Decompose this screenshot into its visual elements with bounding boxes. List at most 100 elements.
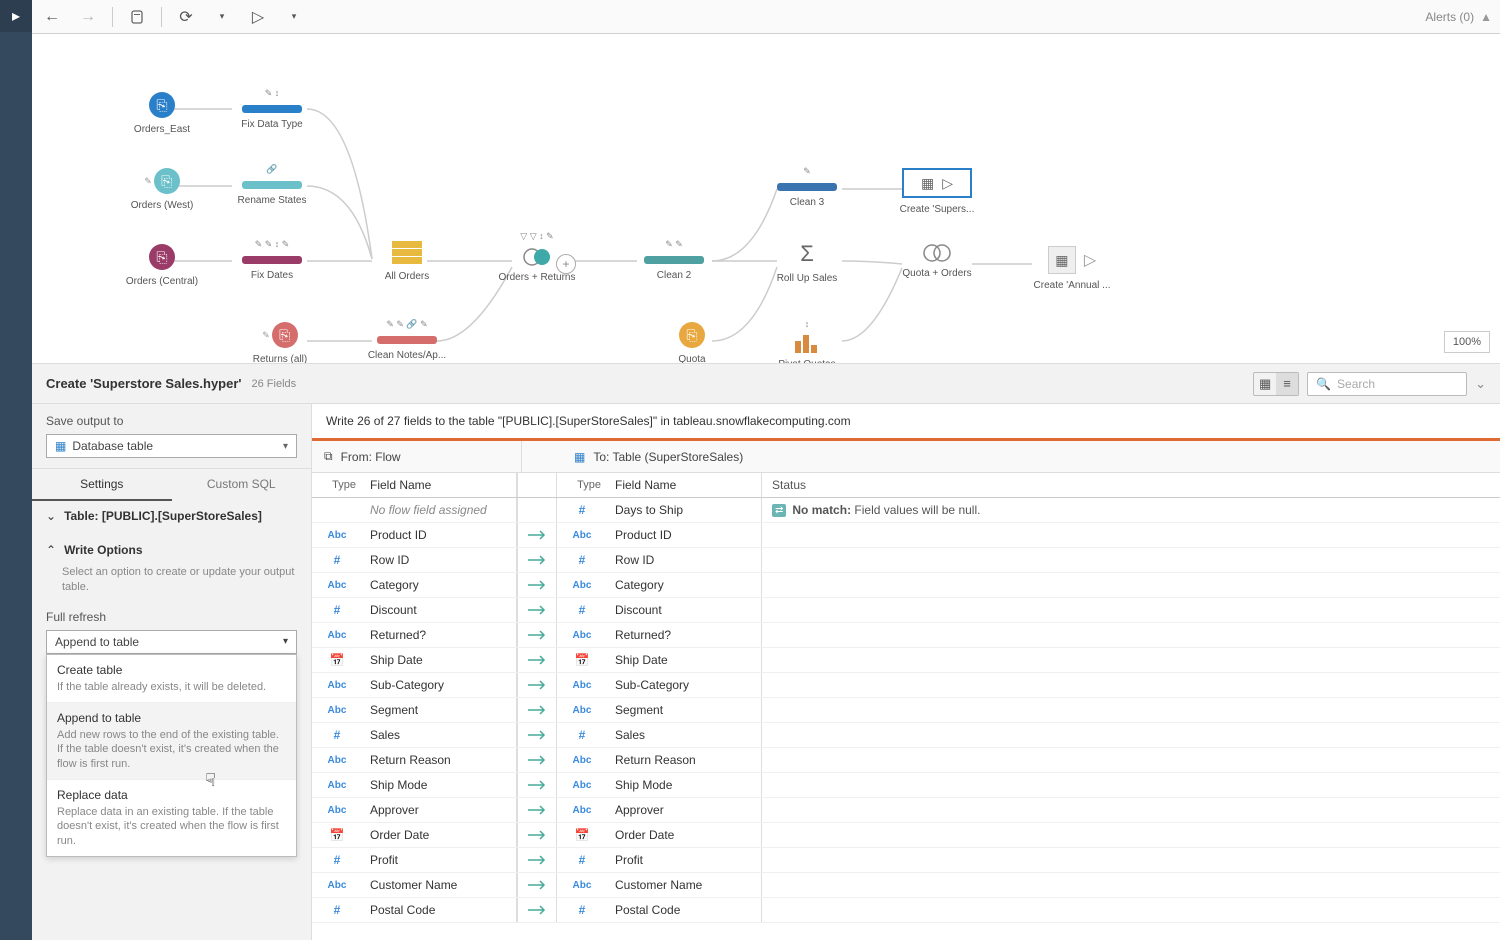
option-replace-data[interactable]: Replace dataReplace data in an existing … (47, 780, 296, 856)
output-tabs: Settings Custom SQL (32, 469, 311, 501)
option-append-table[interactable]: Append to tableAdd new rows to the end o… (47, 703, 296, 780)
map-arrow[interactable] (517, 723, 557, 747)
map-arrow[interactable] (517, 773, 557, 797)
node-rename-states[interactable]: 🔗Rename States (217, 164, 327, 206)
expand-panel[interactable]: ⌄ (1475, 376, 1486, 392)
search-box[interactable]: 🔍Search (1307, 372, 1467, 396)
view-grid[interactable]: ▦ (1254, 373, 1276, 395)
table-section-toggle[interactable]: ⌄Table: [PUBLIC].[SuperStoreSales] (32, 501, 311, 531)
full-refresh-label: Full refresh (32, 596, 311, 624)
map-arrow[interactable] (517, 848, 557, 872)
map-arrow[interactable] (517, 523, 557, 547)
map-arrow[interactable] (517, 823, 557, 847)
table-row[interactable]: #Row ID#Row ID (312, 548, 1500, 573)
node-clean-notes[interactable]: ✎ ✎ 🔗 ✎Clean Notes/Ap... (352, 319, 462, 361)
write-options-toggle[interactable]: ⌃Write Options (32, 531, 311, 565)
no-flow-field: No flow field assigned (362, 498, 517, 522)
table-row[interactable]: AbcShip ModeAbcShip Mode (312, 773, 1500, 798)
sidebar-toggle[interactable]: ▸ (0, 0, 32, 32)
grid-icon: ▦ (921, 175, 934, 192)
write-mode-select[interactable]: Append to table▾ (46, 630, 297, 654)
table-row[interactable]: AbcCustomer NameAbcCustomer Name (312, 873, 1500, 898)
node-fix-dates[interactable]: ✎ ✎ ↕ ✎Fix Dates (217, 239, 327, 281)
table-row[interactable]: AbcApproverAbcApprover (312, 798, 1500, 823)
table-row[interactable]: #Discount#Discount (312, 598, 1500, 623)
chevron-down-icon: ⌄ (46, 509, 56, 523)
node-rollup[interactable]: ΣRoll Up Sales (752, 241, 862, 284)
table-row[interactable]: 📅Order Date📅Order Date (312, 823, 1500, 848)
add-step-button[interactable]: + (556, 254, 576, 274)
node-returns-all[interactable]: ✎⎘Returns (all) (225, 322, 335, 364)
zoom-level[interactable]: 100% (1444, 331, 1490, 353)
flow-icon: ⧉ (324, 449, 333, 464)
field-count: 26 Fields (252, 378, 297, 390)
field-mapping-table[interactable]: No flow field assigned#Days to Ship⇄No m… (312, 498, 1500, 940)
tab-settings[interactable]: Settings (32, 469, 172, 501)
map-arrow[interactable] (517, 673, 557, 697)
chevron-up-icon: ⌃ (46, 543, 56, 557)
pair-header: ⧉From: Flow ▦To: Table (SuperStoreSales) (312, 441, 1500, 473)
map-arrow[interactable] (517, 548, 557, 572)
table-row[interactable]: AbcCategoryAbcCategory (312, 573, 1500, 598)
option-create-table[interactable]: Create tableIf the table already exists,… (47, 655, 296, 703)
write-message: Write 26 of 27 fields to the table "[PUB… (312, 404, 1500, 441)
table-row[interactable]: #Profit#Profit (312, 848, 1500, 873)
nomatch-icon: ⇄ (772, 504, 786, 517)
node-pivot[interactable]: ↕Pivot Quotas (752, 319, 862, 364)
node-clean2[interactable]: ✎ ✎Clean 2 (619, 239, 729, 281)
data-panel: Write 26 of 27 fields to the table "[PUB… (312, 404, 1500, 940)
map-arrow[interactable] (517, 598, 557, 622)
data-source-button[interactable] (125, 5, 149, 29)
view-list[interactable]: ≡ (1276, 373, 1298, 395)
node-orders-east[interactable]: ⎘Orders_East (107, 92, 217, 135)
play-icon: ▷ (942, 175, 953, 192)
forward-button[interactable]: → (76, 5, 100, 29)
separator (112, 7, 113, 27)
table-row[interactable]: AbcReturn ReasonAbcReturn Reason (312, 748, 1500, 773)
chevron-down-icon: ▾ (283, 636, 288, 647)
write-mode-options: Create tableIf the table already exists,… (46, 654, 297, 857)
run-more-button[interactable]: ▾ (282, 5, 306, 29)
node-create-superstore[interactable]: ▦▷Create 'Supers... (882, 168, 992, 215)
flow-canvas[interactable]: ⎘Orders_East ✎⎘Orders (West) ⎘Orders (Ce… (32, 34, 1500, 364)
table-row[interactable]: #Postal Code#Postal Code (312, 898, 1500, 923)
tab-custom-sql[interactable]: Custom SQL (172, 469, 312, 501)
node-orders-returns[interactable]: ▽ ▽ ↕ ✎Orders + Returns (482, 231, 592, 283)
node-quota[interactable]: ⎘Quota (637, 322, 747, 364)
table-row[interactable]: 📅Ship Date📅Ship Date (312, 648, 1500, 673)
back-button[interactable]: ← (40, 5, 64, 29)
left-sidebar: ▸ (0, 0, 32, 940)
run-button[interactable]: ▷ (246, 5, 270, 29)
node-orders-central[interactable]: ⎘Orders (Central) (107, 244, 217, 287)
refresh-button[interactable]: ⟳ (174, 5, 198, 29)
map-arrow[interactable] (517, 798, 557, 822)
refresh-more-button[interactable]: ▾ (210, 5, 234, 29)
table-row[interactable]: No flow field assigned#Days to Ship⇄No m… (312, 498, 1500, 523)
node-clean3[interactable]: ✎Clean 3 (752, 166, 862, 208)
field-table-header: Type Field Name Type Field Name Status (312, 473, 1500, 498)
write-options-hint: Select an option to create or update you… (32, 565, 311, 596)
node-fix-data-type[interactable]: ✎ ↕Fix Data Type (217, 88, 327, 130)
map-arrow[interactable] (517, 573, 557, 597)
config-panel: Save output to ▦Database table▾ Settings… (32, 404, 312, 940)
table-row[interactable]: AbcReturned?AbcReturned? (312, 623, 1500, 648)
map-arrow[interactable] (517, 623, 557, 647)
view-toggle[interactable]: ▦≡ (1253, 372, 1299, 396)
node-all-orders[interactable]: All Orders (352, 241, 462, 282)
table-row[interactable]: AbcSub-CategoryAbcSub-Category (312, 673, 1500, 698)
map-arrow[interactable] (517, 698, 557, 722)
alerts-indicator[interactable]: Alerts (0) (1425, 10, 1474, 24)
save-output-select[interactable]: ▦Database table▾ (46, 434, 297, 458)
map-arrow[interactable] (517, 873, 557, 897)
map-arrow[interactable] (517, 898, 557, 922)
map-arrow[interactable] (517, 648, 557, 672)
node-quota-orders[interactable]: Quota + Orders (882, 244, 992, 279)
table-row[interactable]: AbcSegmentAbcSegment (312, 698, 1500, 723)
node-create-annual[interactable]: ▦▷Create 'Annual ... (1017, 246, 1127, 291)
warning-icon[interactable]: ▲ (1480, 10, 1492, 24)
table-row[interactable]: #Sales#Sales (312, 723, 1500, 748)
map-arrow[interactable] (517, 748, 557, 772)
node-orders-west[interactable]: ✎⎘Orders (West) (107, 168, 217, 211)
table-row[interactable]: AbcProduct IDAbcProduct ID (312, 523, 1500, 548)
detail-header: Create 'Superstore Sales.hyper' 26 Field… (32, 364, 1500, 404)
